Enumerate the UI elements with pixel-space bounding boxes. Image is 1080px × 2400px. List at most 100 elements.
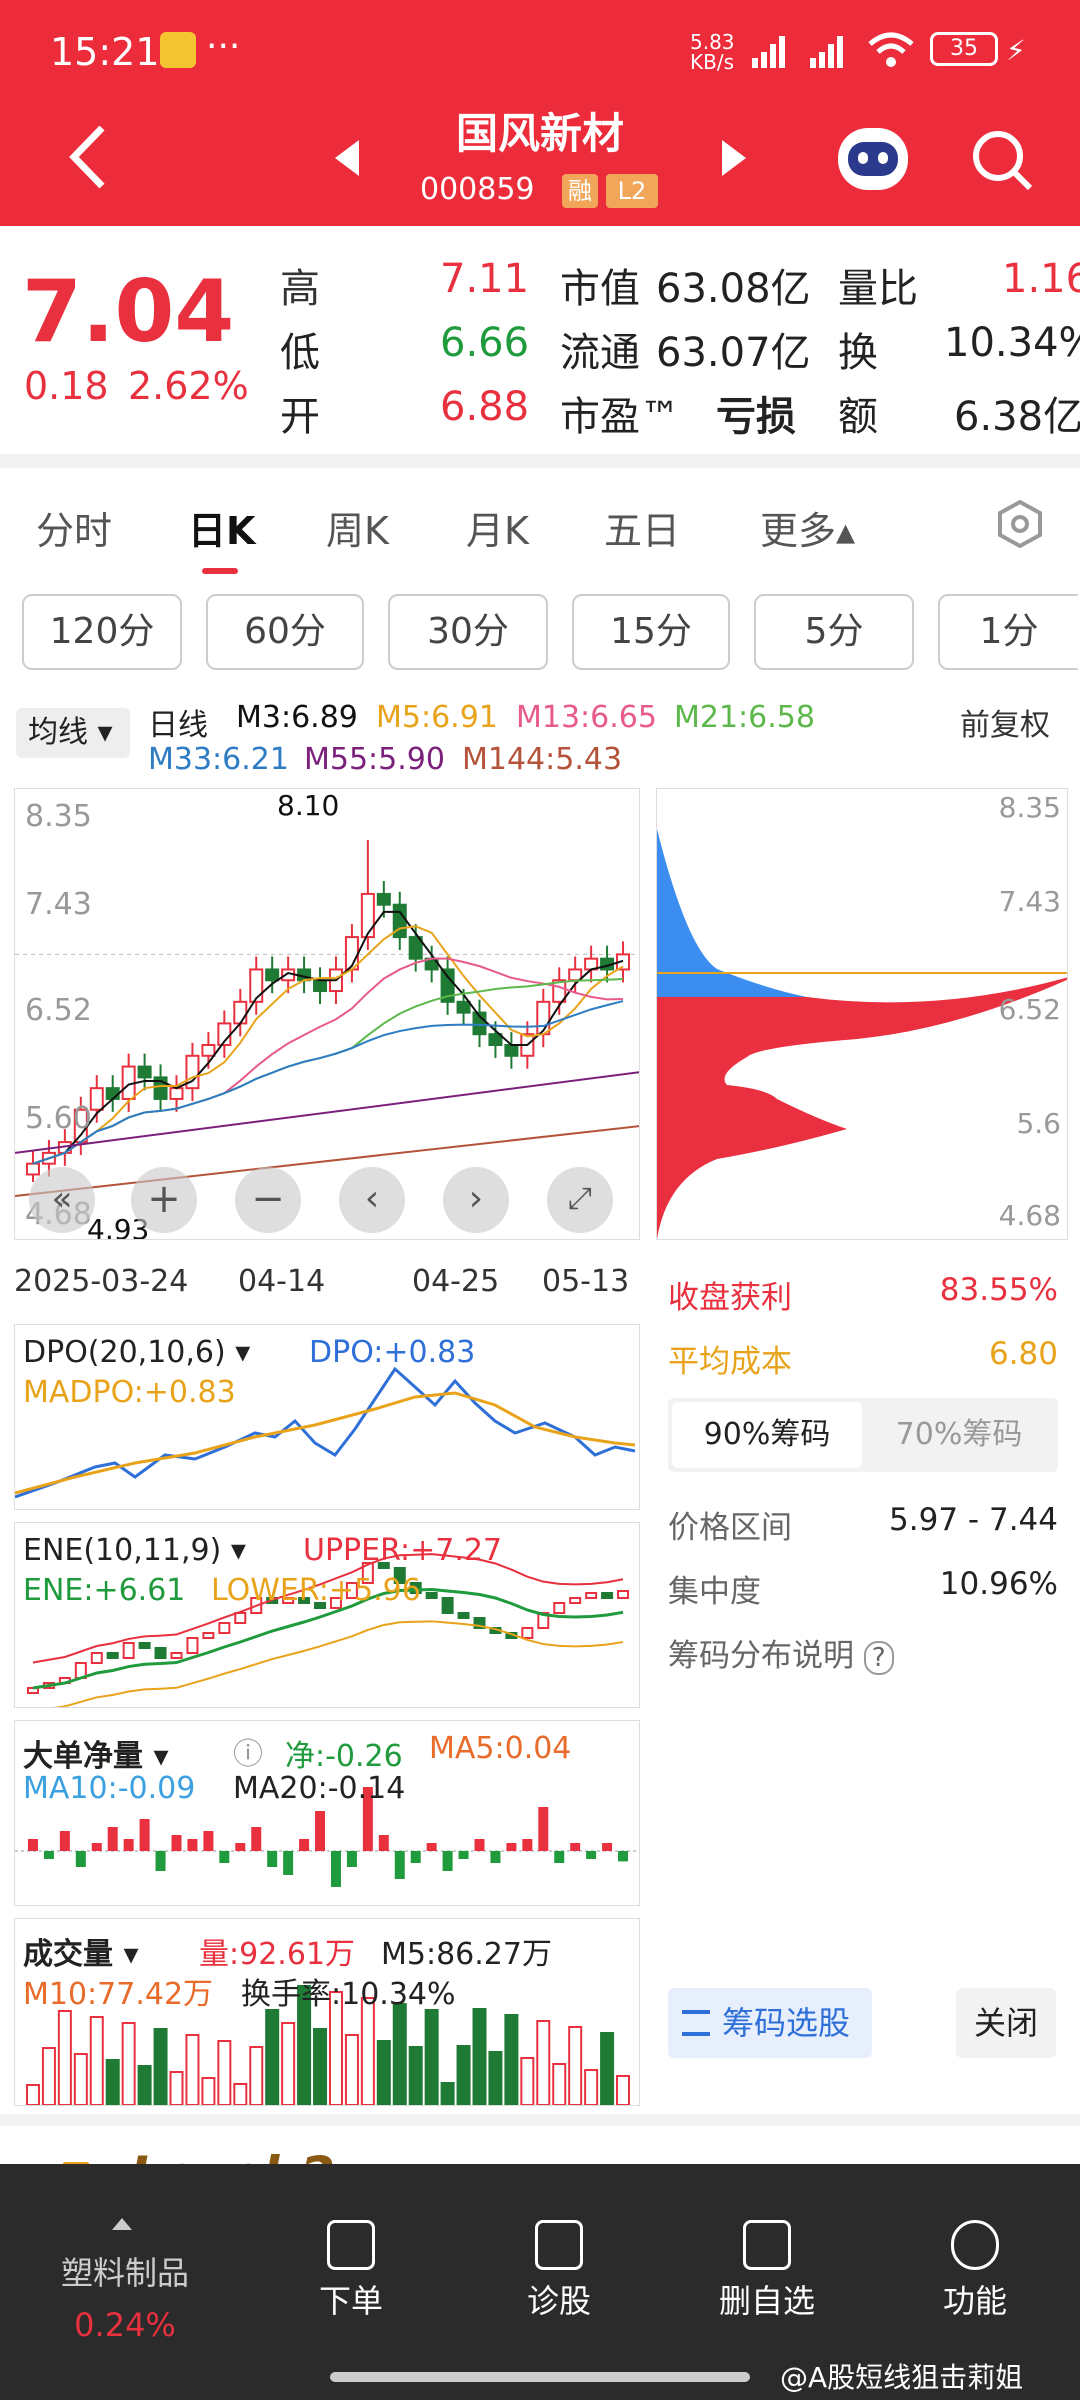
chip-select-button[interactable]: 筹码选股	[668, 1988, 872, 2058]
menu-icon	[951, 2220, 999, 2270]
chip-explain-link[interactable]: 筹码分布说明 ?	[668, 1630, 1058, 1675]
network-speed: 5.83 KB/s	[690, 30, 735, 74]
ene-candle	[425, 1592, 438, 1599]
big-order-panel[interactable]: 大单净量 ▾ ⓘ 净:-0.26 MA5:0.04 MA10:-0.09 MA2…	[14, 1720, 640, 1906]
ma-toggle[interactable]: 均线 ▾	[16, 708, 130, 758]
dpo-value: DPO:+0.83	[309, 1335, 476, 1370]
y-tick: 6.52	[25, 993, 92, 1028]
concentration-row: 集中度 10.96%	[668, 1566, 1058, 1610]
order-button[interactable]: 下单	[276, 2220, 426, 2322]
candle	[456, 1000, 471, 1014]
ene-candle	[585, 1592, 598, 1599]
volume-value: 量:92.61万	[199, 1937, 355, 1972]
rewind-icon[interactable]: «	[29, 1167, 95, 1233]
big-order-bar	[522, 1839, 533, 1851]
interval-15m-button[interactable]: 15分	[572, 594, 730, 670]
status-time: 15:21	[50, 30, 160, 74]
date-label: 2025-03-24	[14, 1264, 189, 1299]
volume-bar	[57, 2010, 72, 2105]
tab-timeshare[interactable]: 分时	[36, 500, 112, 555]
settings-icon[interactable]	[996, 499, 1044, 552]
ene-indicator-select[interactable]: ENE(10,11,9) ▾	[23, 1533, 246, 1568]
chip-distribution-chart: 8.35 7.43 6.52 5.6 4.68	[656, 788, 1068, 1240]
interval-5m-button[interactable]: 5分	[754, 594, 914, 670]
quote-label: 量比	[838, 266, 918, 312]
avg-cost-row: 平均成本 6.80	[668, 1336, 1058, 1380]
date-label: 05-13	[542, 1264, 630, 1299]
ene-candle	[106, 1652, 119, 1659]
expand-icon[interactable]	[112, 2218, 132, 2230]
ene-candle	[154, 1647, 167, 1659]
tab-monthly-k[interactable]: 月K	[466, 500, 529, 555]
diagnose-button[interactable]: 诊股	[484, 2220, 634, 2322]
big-order-bar	[155, 1851, 166, 1871]
big-order-bar	[458, 1851, 469, 1859]
volume-indicator-select[interactable]: 成交量 ▾	[23, 1929, 139, 1973]
big-order-bar	[618, 1851, 629, 1862]
chip-y-tick: 5.6	[1016, 1107, 1061, 1140]
ene-candle	[202, 1632, 215, 1639]
scroll-right-icon[interactable]: ›	[443, 1167, 509, 1233]
functions-button[interactable]: 功能	[900, 2220, 1050, 2322]
big-order-bar	[570, 1843, 581, 1851]
ene-candle	[521, 1627, 534, 1639]
robot-assistant-icon[interactable]	[838, 128, 908, 190]
big-order-ma10-value: MA10:-0.09	[23, 1771, 196, 1806]
ene-candle	[601, 1592, 614, 1599]
volume-bar	[488, 2051, 503, 2105]
ene-candle	[218, 1622, 231, 1634]
chip-range-tabs: 90%筹码 70%筹码	[668, 1398, 1058, 1472]
ene-candle	[138, 1642, 151, 1649]
search-icon[interactable]	[970, 128, 1034, 196]
ene-panel[interactable]: ENE(10,11,9) ▾ UPPER:+7.27 ENE:+6.61 LOW…	[14, 1522, 640, 1708]
open-value: 6.88	[440, 384, 530, 430]
big-order-bar	[91, 1843, 102, 1851]
prev-stock-icon[interactable]	[335, 140, 359, 176]
big-order-ma20-value: MA20:-0.14	[233, 1771, 406, 1806]
interval-120m-button[interactable]: 120分	[22, 594, 182, 670]
remove-watchlist-button[interactable]: 删自选	[692, 2220, 842, 2322]
charging-icon: ⚡	[1006, 34, 1026, 67]
dpo-panel[interactable]: DPO(20,10,6) ▾ DPO:+0.83 MADPO:+0.83	[14, 1324, 640, 1510]
ene-lower-value: LOWER:+5.96	[211, 1573, 421, 1608]
next-stock-icon[interactable]	[722, 140, 746, 176]
ene-candle	[90, 1652, 103, 1664]
zoom-in-icon[interactable]: +	[131, 1167, 197, 1233]
tab-five-day[interactable]: 五日	[604, 500, 680, 555]
close-button[interactable]: 关闭	[956, 1988, 1056, 2058]
interval-1m-button[interactable]: 1分	[938, 594, 1078, 670]
big-order-bar	[474, 1839, 485, 1851]
tab-more[interactable]: 更多▴	[760, 500, 855, 555]
help-icon[interactable]: ⓘ	[233, 1729, 263, 1773]
tab-70-chips[interactable]: 70%筹码	[864, 1402, 1054, 1468]
kline-chart[interactable]: 8.35 7.43 6.52 5.60 4.68 8.10 4.93 « + −…	[14, 788, 640, 1240]
sector-name[interactable]: 塑料制品	[50, 2248, 200, 2294]
volume-bar	[584, 2069, 599, 2105]
ma5-value: M5:6.91	[376, 700, 498, 735]
volume-bar	[89, 2016, 104, 2105]
tab-daily-k[interactable]: 日K	[188, 500, 255, 555]
volume-panel[interactable]: 成交量 ▾ 量:92.61万 M5:86.27万 M10:77.42万 换手率:…	[14, 1918, 640, 2106]
zoom-out-icon[interactable]: −	[235, 1167, 301, 1233]
ma33-value: M33:6.21	[148, 742, 289, 777]
tab-90-chips[interactable]: 90%筹码	[672, 1402, 862, 1468]
current-price: 7.04	[22, 262, 235, 362]
scroll-left-icon[interactable]: ‹	[339, 1167, 405, 1233]
quote-label: 市盈™	[560, 394, 680, 440]
quote-label: 市值	[560, 266, 640, 312]
volume-bar	[105, 2059, 120, 2105]
volume-bar	[552, 2063, 567, 2105]
back-icon[interactable]	[66, 122, 110, 196]
ene-lower-line	[53, 1620, 624, 1707]
date-label: 04-25	[412, 1264, 500, 1299]
volume-ma5-value: M5:86.27万	[381, 1937, 552, 1972]
tab-weekly-k[interactable]: 周K	[326, 500, 389, 555]
divider	[0, 2114, 1080, 2126]
dpo-indicator-select[interactable]: DPO(20,10,6) ▾	[23, 1335, 250, 1370]
volume-bar	[153, 2028, 168, 2105]
adjust-mode[interactable]: 前复权	[960, 700, 1050, 744]
big-order-indicator-select[interactable]: 大单净量 ▾	[23, 1731, 169, 1775]
fullscreen-icon[interactable]: ⤢	[547, 1167, 613, 1233]
interval-30m-button[interactable]: 30分	[388, 594, 548, 670]
interval-60m-button[interactable]: 60分	[206, 594, 364, 670]
